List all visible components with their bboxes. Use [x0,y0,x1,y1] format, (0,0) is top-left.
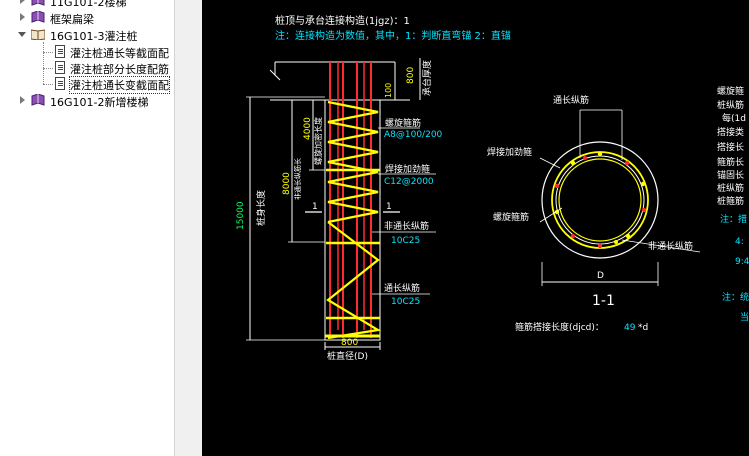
right-note: 桩箍筋 [717,195,744,207]
tree-item-16g101-3[interactable]: 16G101-3灌注桩 [0,27,174,43]
tree-item-label: 灌注桩通长等截面配 [70,47,169,60]
document-icon [55,77,65,90]
section-leader [539,157,561,169]
pile-reinforcement-drawing: 桩顶与承台连接构造(1jgz)：1 注：连接构造为数值，其中，1：判断直弯锚 2… [236,14,749,362]
collapse-arrow-icon[interactable] [18,32,26,37]
connection-note: 注：连接构造为数值，其中，1：判断直弯锚 2：直锚 [275,29,511,42]
expand-arrow-icon[interactable] [20,13,25,21]
tree-panel: 11G101-2楼梯 框架扁梁 16G101-3灌注桩 灌注桩通长等截面配 灌注… [0,0,174,456]
expand-arrow-icon[interactable] [20,96,25,104]
section-mark-right: 1 [386,202,392,212]
dim-4000: 4000 [303,117,313,140]
section-spiral-label: 螺旋箍筋 [493,211,529,223]
full-bar-label: 通长纵筋 [384,282,420,294]
stiffening-ring-label: 焊接加劲箍 [385,163,430,175]
tree-item-label: 16G101-2新增楼梯 [50,96,149,109]
dim-100: 100 [384,83,393,98]
lap-length-label: 箍筋搭接长度(djcd)： [515,321,604,333]
right-note: 当 [740,311,749,323]
right-note: 注：统 [722,291,749,303]
dim-800-top: 800 [406,67,416,84]
spiral-dense-label: 螺旋加密长度 [313,117,323,165]
stiffening-ring-value: C12@2000 [384,177,434,187]
pile-length-label: 桩身长度 [255,190,267,226]
right-note: 桩纵筋 [717,99,744,111]
dim-8000: 8000 [282,172,292,195]
tree-item-full-uniform[interactable]: 灌注桩通长等截面配 [0,44,174,60]
spiral-hoop-value: A8@100/200 [384,130,443,140]
document-icon [55,61,65,74]
tree-item-16g101-2[interactable]: 16G101-2新增楼梯 [0,93,174,109]
section-mark-left: 1 [312,202,318,212]
tree-item-frame-flat-beam[interactable]: 框架扁梁 [0,10,174,26]
right-note: 9:4 [735,257,749,267]
section-1-1 [541,141,659,259]
book-icon [31,0,45,6]
full-bar-value: 10C25 [391,297,420,307]
dim-800-bottom: 800 [341,338,358,348]
tree-item-label: 框架扁梁 [50,13,94,26]
book-icon [31,94,45,106]
right-notes: 螺旋箍 桩纵筋 每(1d 搭接类 搭接长 箍筋长 锚固长 桩纵筋 桩箍筋 注：措… [717,85,749,323]
tree-item-11g101-2[interactable]: 11G101-2楼梯 [0,0,174,9]
right-note: 每(1d [722,112,746,124]
right-note: 注：措 [720,213,747,225]
right-note: 桩纵筋 [717,182,744,194]
open-book-icon [31,29,45,40]
right-note: 4: [735,237,744,247]
drawing-canvas[interactable]: 桩顶与承台连接构造(1jgz)：1 注：连接构造为数值，其中，1：判断直弯锚 2… [202,0,749,456]
tree-item-full-variable[interactable]: 灌注桩通长变截面配 [0,76,174,94]
dim-D: D [597,271,604,281]
spiral-hoop-label: 螺旋箍筋 [385,117,421,129]
nonfull-bar-label: 非通长纵筋 [384,220,429,232]
cap-thickness-label: 承台厚度 [421,60,433,96]
connection-title: 桩顶与承台连接构造(1jgz)：1 [275,14,410,27]
section-ring-label: 焊接加劲箍 [487,146,532,158]
section-bar-dots [554,151,647,249]
tree-item-label: 11G101-2楼梯 [50,0,127,9]
expand-arrow-icon[interactable] [20,0,25,4]
right-note: 搭接类 [717,126,744,138]
lap-length-unit: *d [638,323,648,333]
document-icon [55,45,65,58]
tree-item-label: 灌注桩通长变截面配 [69,76,170,94]
section-full-bar-label: 通长纵筋 [553,94,589,106]
right-note: 搭接长 [717,141,744,153]
lap-length-value: 49 [624,323,636,333]
book-icon [31,11,45,23]
nonfull-length-label: 非通长纵筋长 [293,158,302,200]
right-note: 箍筋长 [717,156,744,168]
tree-item-label: 16G101-3灌注桩 [50,30,138,43]
tree-item-label: 灌注桩部分长度配筋 [70,63,169,76]
section-title: 1-1 [592,293,615,309]
nonfull-bar-value: 10C25 [391,236,420,246]
tree-scrollbar[interactable] [174,0,202,456]
dim-15000: 15000 [236,201,246,230]
tree-item-partial-length[interactable]: 灌注桩部分长度配筋 [0,60,174,76]
right-note: 锚固长 [717,169,744,181]
right-note: 螺旋箍 [717,85,744,97]
diameter-label: 桩直径(D) [327,350,368,362]
